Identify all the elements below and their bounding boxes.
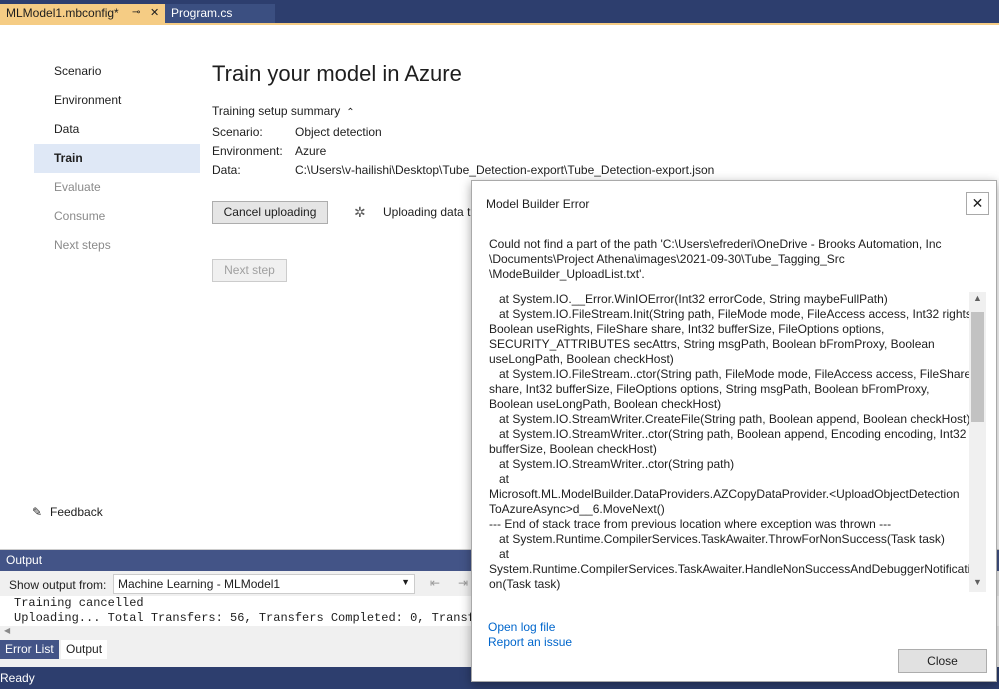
pin-icon[interactable]: ⊸ [132,7,140,18]
nav-item-next-steps[interactable]: Next steps [34,231,200,260]
vertical-scrollbar[interactable]: ▲ ▼ [969,292,986,592]
nav-item-environment[interactable]: Environment [34,86,200,115]
nav-label: Consume [54,209,106,223]
training-summary-toggle[interactable]: Training setup summary ⌃ [212,104,355,118]
nav-item-scenario[interactable]: Scenario [34,57,200,86]
nav-label: Environment [54,93,122,107]
report-issue-link[interactable]: Report an issue [488,635,572,649]
data-path-value: C:\Users\v-hailishi\Desktop\Tube_Detecti… [295,163,715,177]
nav-label: Data [54,122,80,136]
status-text: Ready [0,671,35,685]
tab-error-list[interactable]: Error List [0,640,59,659]
dialog-title: Model Builder Error [486,197,590,211]
environment-label: Environment: [212,144,283,158]
summary-toggle-label: Training setup summary [212,104,341,118]
nav-item-train[interactable]: Train [34,144,200,173]
scroll-left-icon[interactable]: ◀ [4,626,10,635]
page-title: Train your model in Azure [212,61,462,86]
next-step-button[interactable]: Next step [212,259,287,282]
chevron-up-icon: ⌃ [346,107,355,118]
stack-trace-box[interactable]: at System.IO.__Error.WinIOError(Int32 er… [489,292,988,592]
scroll-up-icon[interactable]: ▲ [973,293,982,303]
tab-label: MLModel1.mbconfig* [6,6,119,20]
model-builder-error-dialog: Model Builder Error ✕ Could not find a p… [471,180,997,682]
stack-trace-text: at System.IO.__Error.WinIOError(Int32 er… [489,292,976,591]
output-source-dropdown[interactable]: Machine Learning - MLModel1 ▼ [113,574,415,594]
feedback-label: Feedback [50,505,103,519]
scenario-label: Scenario: [212,125,263,139]
nav-item-consume[interactable]: Consume [34,202,200,231]
nav-item-evaluate[interactable]: Evaluate [34,173,200,202]
tab-output[interactable]: Output [61,640,108,659]
clear-all-icon[interactable]: ⇥ [458,576,468,590]
tab-label: Program.cs [171,6,233,20]
tab-mlmodel1-mbconfig[interactable]: MLModel1.mbconfig* ⊸ ✕ [0,4,165,23]
nav-label: Evaluate [54,180,101,194]
open-log-file-link[interactable]: Open log file [488,620,555,634]
upload-status-text: Uploading data t [383,205,471,219]
document-tab-strip: MLModel1.mbconfig* ⊸ ✕ Program.cs [0,0,999,23]
error-message: Could not find a part of the path 'C:\Us… [489,237,942,281]
nav-item-data[interactable]: Data [34,115,200,144]
feedback-icon: ✎ [32,505,43,519]
cancel-uploading-button[interactable]: Cancel uploading [212,201,328,224]
nav-label: Train [54,151,83,165]
close-button[interactable]: Close [898,649,987,673]
find-message-icon[interactable]: ⇤ [430,576,440,590]
tab-program-cs[interactable]: Program.cs [165,4,275,23]
close-tab-icon[interactable]: ✕ [150,6,159,19]
scenario-value: Object detection [295,125,382,139]
scrollbar-thumb[interactable] [971,312,984,422]
dropdown-arrow-icon: ▼ [401,577,410,587]
scroll-down-icon[interactable]: ▼ [973,577,982,587]
show-output-label: Show output from: [9,578,107,592]
nav-label: Scenario [54,64,102,78]
feedback-link[interactable]: ✎ Feedback [32,505,103,519]
loading-spinner-icon: ✲ [354,204,366,220]
output-source-value: Machine Learning - MLModel1 [118,577,281,591]
nav-label: Next steps [54,238,111,252]
environment-value: Azure [295,144,327,158]
data-label: Data: [212,163,241,177]
dialog-close-icon[interactable]: ✕ [966,192,989,215]
